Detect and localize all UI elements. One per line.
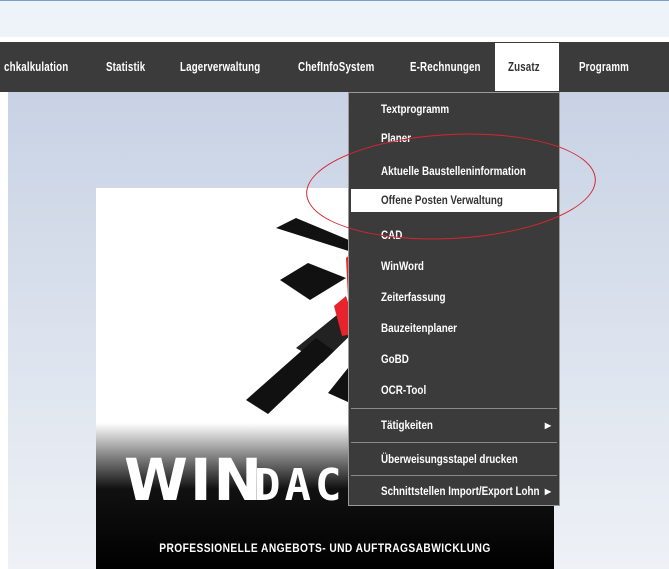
menu-item-zusatz[interactable]: Zusatz: [495, 43, 559, 91]
menu-option-taetigkeiten[interactable]: Tätigkeiten ▶: [349, 411, 559, 440]
option-label: CAD: [381, 228, 403, 242]
zusatz-dropdown-menu: Textprogramm Planer Aktuelle Baustelleni…: [348, 92, 560, 506]
menu-option-ueberweisungsstapel[interactable]: Überweisungsstapel drucken: [349, 445, 559, 474]
menu-option-offene-posten[interactable]: Offene Posten Verwaltung: [351, 189, 557, 212]
menu-option-schnittstellen[interactable]: Schnittstellen Import/Export Lohn ▶: [349, 477, 559, 506]
option-label: Zeiterfassung: [381, 290, 446, 304]
option-label: Textprogramm: [381, 102, 450, 116]
menu-item-statistik[interactable]: Statistik: [106, 42, 145, 92]
option-label: Bauzeitenplaner: [381, 321, 458, 335]
option-label: Überweisungsstapel drucken: [381, 452, 518, 466]
menu-option-gobd[interactable]: GoBD: [349, 345, 559, 374]
option-label: Schnittstellen Import/Export Lohn: [381, 484, 540, 498]
menu-option-cad[interactable]: CAD: [349, 221, 559, 250]
menu-separator: [351, 475, 557, 476]
option-label: Offene Posten Verwaltung: [381, 193, 503, 207]
menu-option-textprogramm[interactable]: Textprogramm: [349, 95, 559, 124]
option-label: GoBD: [381, 352, 409, 366]
submenu-arrow-icon: ▶: [544, 487, 551, 496]
option-label: OCR-Tool: [381, 383, 427, 397]
menu-item-nachkalkulation[interactable]: chkalkulation: [4, 42, 68, 92]
menu-item-zusatz-label: Zusatz: [508, 60, 540, 74]
menu-option-zeiterfassung[interactable]: Zeiterfassung: [349, 283, 559, 312]
logo-stroke-lower: [246, 338, 334, 414]
menu-option-planer[interactable]: Planer: [349, 124, 559, 153]
menu-item-programm[interactable]: Programm: [579, 42, 629, 92]
menu-item-e-rechnungen[interactable]: E-Rechnungen: [410, 42, 481, 92]
menu-option-winword[interactable]: WinWord: [349, 252, 559, 281]
svg-text:WIN: WIN: [124, 450, 264, 510]
logo-tagline: PROFESSIONELLE ANGEBOTS- UND AUFTRAGSABW…: [159, 541, 491, 555]
menu-separator: [351, 442, 557, 443]
option-label: WinWord: [381, 259, 424, 273]
option-label: Aktuelle Baustelleninformation: [381, 164, 526, 178]
main-menu-bar: chkalkulation Statistik Lagerverwaltung …: [0, 42, 669, 92]
menu-option-ocr-tool[interactable]: OCR-Tool: [349, 376, 559, 405]
menu-item-lagerverwaltung[interactable]: Lagerverwaltung: [180, 42, 260, 92]
menu-separator: [351, 408, 557, 409]
menu-option-bauzeitenplaner[interactable]: Bauzeitenplaner: [349, 314, 559, 343]
top-bar: [0, 0, 669, 37]
logo-stroke-left: [280, 263, 346, 300]
option-label: Planer: [381, 131, 412, 145]
menu-item-chefinfosystem[interactable]: ChefInfoSystem: [298, 42, 374, 92]
option-label: Tätigkeiten: [381, 418, 433, 432]
menu-option-baustelleninformation[interactable]: Aktuelle Baustelleninformation: [349, 157, 559, 186]
submenu-arrow-icon: ▶: [544, 421, 551, 430]
